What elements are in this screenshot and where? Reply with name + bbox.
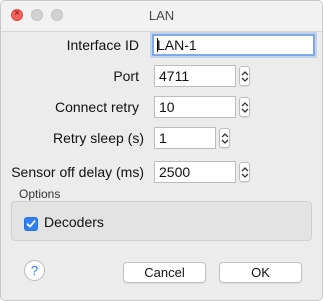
decoders-checkbox[interactable]	[24, 217, 38, 231]
text-caret	[157, 38, 158, 52]
cancel-button[interactable]: Cancel	[123, 262, 206, 283]
lan-dialog: × LAN Interface ID LAN-1 Port 4711 Conne…	[0, 0, 323, 301]
chevron-up-down-icon	[241, 71, 249, 82]
title-bar: × LAN	[1, 1, 322, 32]
window-title: LAN	[148, 8, 175, 23]
port-field[interactable]: 4711	[154, 65, 236, 87]
port-value: 4711	[159, 68, 190, 84]
chevron-up-down-icon	[241, 167, 249, 178]
options-section-label: Options	[19, 187, 61, 201]
interface-id-label: Interface ID	[66, 37, 139, 53]
port-stepper[interactable]	[239, 66, 250, 86]
connect-retry-label: Connect retry	[54, 99, 139, 115]
interface-id-value: LAN-1	[157, 37, 197, 53]
interface-id-field[interactable]: LAN-1	[152, 34, 315, 56]
port-label: Port	[113, 68, 139, 84]
chevron-up-down-icon	[241, 102, 249, 113]
connect-retry-stepper[interactable]	[239, 97, 250, 117]
checkmark-icon	[26, 220, 36, 228]
retry-sleep-value: 1	[159, 130, 167, 146]
options-group: Decoders	[11, 201, 312, 241]
retry-sleep-label: Retry sleep (s)	[52, 130, 144, 146]
chevron-up-down-icon	[221, 133, 229, 144]
help-button[interactable]: ?	[24, 260, 45, 281]
sensor-off-delay-stepper[interactable]	[239, 162, 250, 182]
retry-sleep-stepper[interactable]	[219, 128, 230, 148]
decoders-label[interactable]: Decoders	[44, 214, 104, 230]
sensor-off-delay-field[interactable]: 2500	[154, 161, 236, 183]
sensor-off-delay-value: 2500	[159, 164, 191, 180]
connect-retry-value: 10	[159, 99, 175, 115]
help-icon: ?	[30, 263, 39, 278]
connect-retry-field[interactable]: 10	[154, 96, 236, 118]
retry-sleep-field[interactable]: 1	[154, 127, 216, 149]
sensor-off-delay-label: Sensor off delay (ms)	[11, 164, 144, 180]
ok-button[interactable]: OK	[219, 262, 302, 283]
